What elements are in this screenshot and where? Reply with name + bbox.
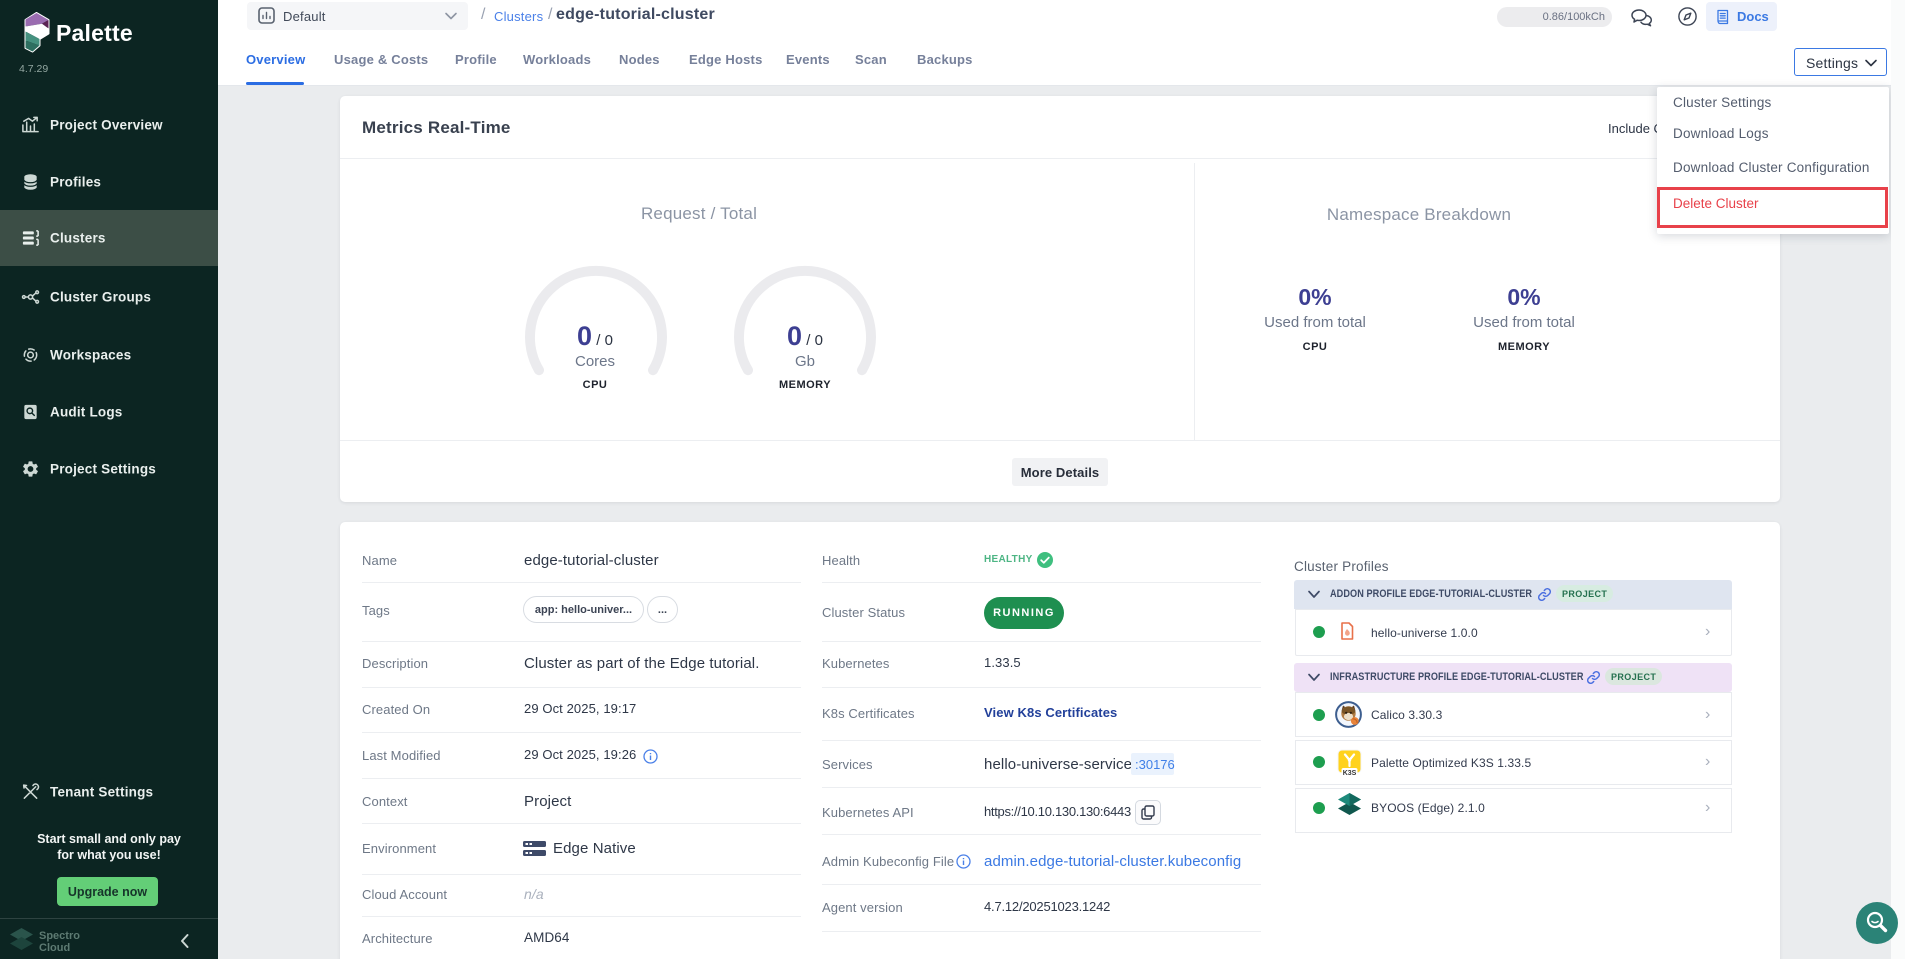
svg-text:K3S: K3S — [1343, 770, 1357, 777]
